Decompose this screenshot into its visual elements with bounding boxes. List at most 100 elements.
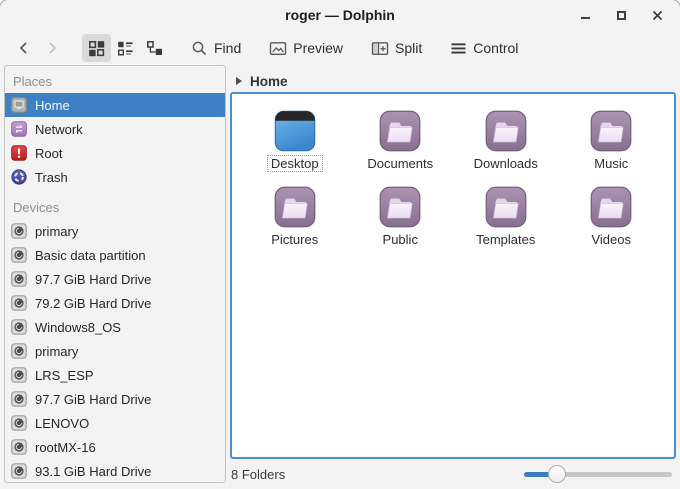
folder-item[interactable]: Templates [453, 186, 559, 248]
folder-view[interactable]: Desktop Documents Downloads Music Pictur… [230, 92, 676, 459]
home-icon [11, 97, 27, 113]
folder-item[interactable]: Desktop [242, 110, 348, 172]
sidebar-item-label: primary [35, 223, 79, 239]
sidebar-item-label: Basic data partition [35, 247, 146, 263]
hard-drive-icon [11, 391, 27, 407]
breadcrumb[interactable]: Home [236, 71, 288, 91]
close-button[interactable] [646, 4, 668, 26]
folder-icon [485, 186, 527, 228]
sidebar-item-label: Home [35, 97, 70, 113]
sidebar-item-device[interactable]: Basic data partition [5, 243, 225, 267]
sidebar-item-device[interactable]: primary [5, 339, 225, 363]
folder-label: Documents [367, 156, 434, 171]
maximize-button[interactable] [610, 4, 632, 26]
sidebar-item-network[interactable]: Network [5, 117, 225, 141]
folder-icon [379, 110, 421, 152]
hard-drive-icon [11, 319, 27, 335]
preview-button[interactable]: Preview [263, 34, 349, 62]
split-icon [371, 41, 389, 55]
chevron-left-icon [19, 42, 27, 54]
hamburger-menu-icon [451, 42, 466, 53]
breadcrumb-home[interactable]: Home [250, 74, 288, 89]
folder-item[interactable]: Documents [348, 110, 454, 172]
status-text: 8 Folders [231, 466, 286, 482]
hard-drive-icon [11, 343, 27, 359]
folder-icon [485, 110, 527, 152]
folder-label: Videos [591, 232, 631, 247]
devices-list: primary Basic data partition 97.7 GiB Ha… [5, 219, 225, 482]
hard-drive-icon [11, 367, 27, 383]
sidebar-item-device[interactable]: 79.2 GiB Hard Drive [5, 291, 225, 315]
folder-icon [379, 186, 421, 228]
sidebar-item-label: Network [35, 121, 83, 137]
folder-grid: Desktop Documents Downloads Music Pictur… [232, 94, 674, 248]
sidebar-item-device[interactable]: LRS_ESP [5, 363, 225, 387]
sidebar-item-label: Windows8_OS [35, 319, 121, 335]
folder-label: Templates [476, 232, 536, 247]
sidebar-item-label: 97.7 GiB Hard Drive [35, 271, 152, 287]
sidebar-item-label: primary [35, 343, 79, 359]
details-view-icon [118, 41, 133, 55]
breadcrumb-arrow-icon [236, 77, 242, 85]
dolphin-window: roger — Dolphin Find Preview Split Contr… [0, 0, 680, 489]
sidebar-item-trash[interactable]: Trash [5, 165, 225, 189]
sidebar-item-label: LENOVO [35, 415, 90, 431]
sidebar-item-home[interactable]: Home [5, 93, 225, 117]
sidebar-item-root[interactable]: Root [5, 141, 225, 165]
root-icon [11, 145, 27, 161]
folder-item[interactable]: Downloads [453, 110, 559, 172]
sidebar-item-device[interactable]: Windows8_OS [5, 315, 225, 339]
folder-label: Downloads [473, 156, 538, 171]
sidebar-item-label: Root [35, 145, 63, 161]
hard-drive-icon [11, 415, 27, 431]
folder-label: Desktop [266, 155, 323, 172]
hard-drive-icon [11, 463, 27, 479]
folder-icon [590, 110, 632, 152]
sidebar-item-label: 97.7 GiB Hard Drive [35, 391, 152, 407]
hard-drive-icon [11, 223, 27, 239]
search-icon [192, 41, 207, 55]
hard-drive-icon [11, 247, 27, 263]
trash-icon [11, 169, 27, 185]
sidebar-item-device[interactable]: 97.7 GiB Hard Drive [5, 267, 225, 291]
sidebar-item-device[interactable]: 93.1 GiB Hard Drive [5, 459, 225, 482]
icons-view-button[interactable] [82, 34, 111, 62]
hard-drive-icon [11, 439, 27, 455]
sidebar-item-device[interactable]: primary [5, 219, 225, 243]
split-label: Split [395, 40, 423, 56]
window-controls [574, 0, 668, 30]
forward-button[interactable] [38, 34, 66, 62]
sidebar-item-device[interactable]: rootMX-16 [5, 435, 225, 459]
zoom-slider[interactable] [524, 465, 672, 483]
back-button[interactable] [10, 34, 38, 62]
folder-label: Public [382, 232, 418, 247]
tree-view-icon [147, 40, 162, 55]
titlebar[interactable]: roger — Dolphin [0, 0, 680, 30]
sidebar-item-device[interactable]: LENOVO [5, 411, 225, 435]
control-label: Control [473, 40, 519, 56]
split-button[interactable]: Split [365, 34, 428, 62]
devices-header: Devices [13, 200, 60, 215]
minimize-button[interactable] [574, 4, 596, 26]
details-view-button[interactable] [111, 34, 140, 62]
folder-item[interactable]: Music [559, 110, 665, 172]
slider-handle[interactable] [547, 465, 566, 483]
icons-view-icon [89, 40, 105, 56]
sidebar-item-label: Trash [35, 169, 68, 185]
tree-view-button[interactable] [140, 34, 169, 62]
places-panel: Places Home Network Root Trash Devices p… [4, 65, 226, 483]
hard-drive-icon [11, 271, 27, 287]
hard-drive-icon [11, 295, 27, 311]
folder-item[interactable]: Videos [559, 186, 665, 248]
folder-item[interactable]: Pictures [242, 186, 348, 248]
folder-item[interactable]: Public [348, 186, 454, 248]
find-button[interactable]: Find [185, 34, 247, 62]
find-label: Find [214, 40, 242, 56]
sidebar-item-label: 93.1 GiB Hard Drive [35, 463, 152, 479]
control-button[interactable]: Control [444, 34, 524, 62]
maximize-icon [616, 10, 626, 20]
sidebar-item-device[interactable]: 97.7 GiB Hard Drive [5, 387, 225, 411]
sidebar-item-label: rootMX-16 [35, 439, 96, 455]
folder-label: Music [594, 156, 629, 171]
sidebar-item-label: 79.2 GiB Hard Drive [35, 295, 152, 311]
